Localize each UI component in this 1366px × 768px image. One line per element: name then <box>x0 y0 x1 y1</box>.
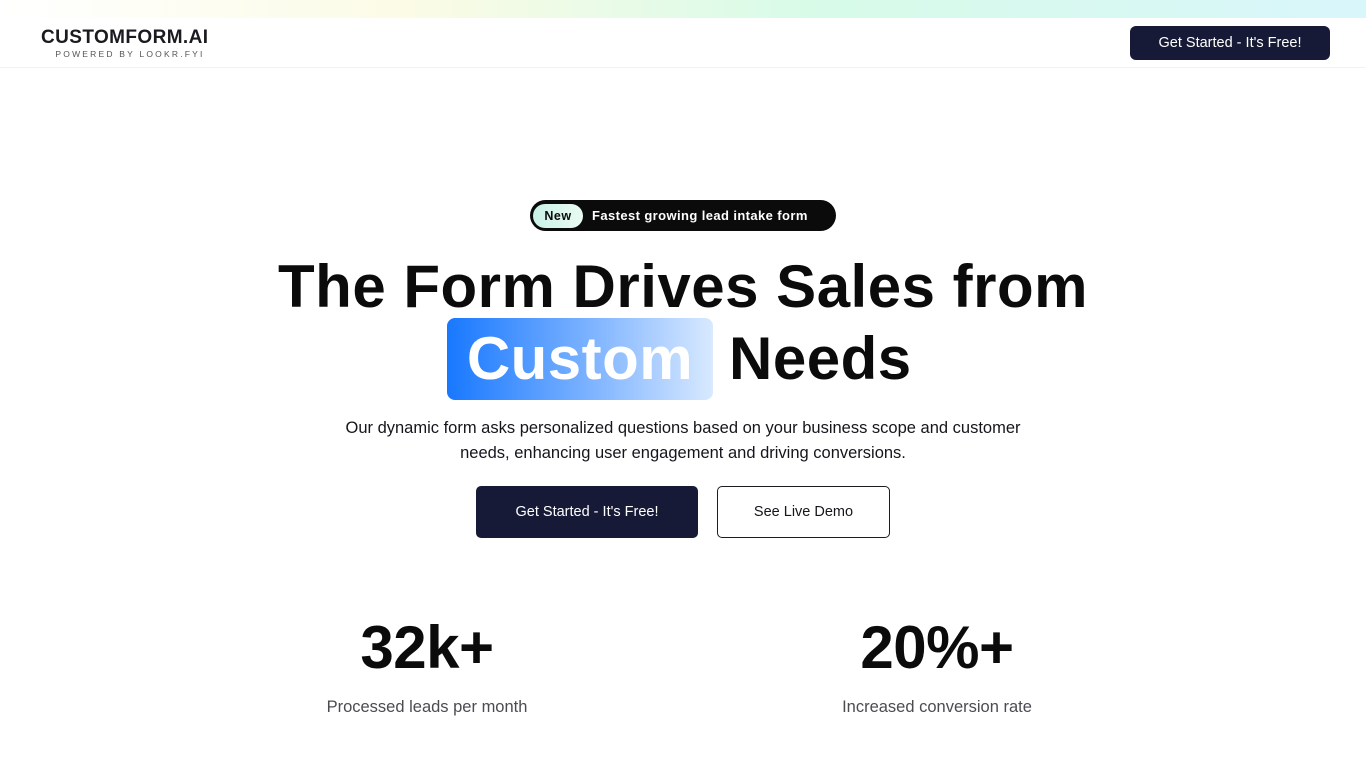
hero-headline-line2: Custom Needs <box>0 318 1366 402</box>
stat-value: 32k+ <box>360 614 494 681</box>
stat-value: 20%+ <box>860 614 1014 681</box>
hero-headline-rest: Needs <box>729 325 912 392</box>
get-started-button[interactable]: Get Started - It's Free! <box>476 486 698 538</box>
announcement-badge[interactable]: New Fastest growing lead intake form <box>530 200 836 231</box>
logo-title: CUSTOMFORM.AI <box>41 27 209 48</box>
site-header: CUSTOMFORM.AI POWERED BY LOOKR.FYI Get S… <box>0 18 1366 68</box>
stat-label: Increased conversion rate <box>842 698 1032 716</box>
stat-leads: 32k+ Processed leads per month <box>277 612 577 718</box>
header-get-started-button[interactable]: Get Started - It's Free! <box>1130 26 1330 60</box>
stat-conversion: 20%+ Increased conversion rate <box>787 612 1087 718</box>
hero-headline-line1: The Form Drives Sales from <box>278 253 1088 320</box>
badge-new-pill: New <box>533 203 583 228</box>
live-demo-button[interactable]: See Live Demo <box>717 486 890 538</box>
stat-label: Processed leads per month <box>326 698 528 716</box>
badge-text: Fastest growing lead intake form <box>592 208 808 223</box>
logo-subtitle: POWERED BY LOOKR.FYI <box>55 49 205 59</box>
top-gradient-strip <box>0 0 1366 18</box>
hero-subtext: Our dynamic form asks personalized quest… <box>345 419 1021 462</box>
logo[interactable]: CUSTOMFORM.AI POWERED BY LOOKR.FYI <box>41 28 231 60</box>
hero-highlight-word: Custom <box>447 318 713 400</box>
